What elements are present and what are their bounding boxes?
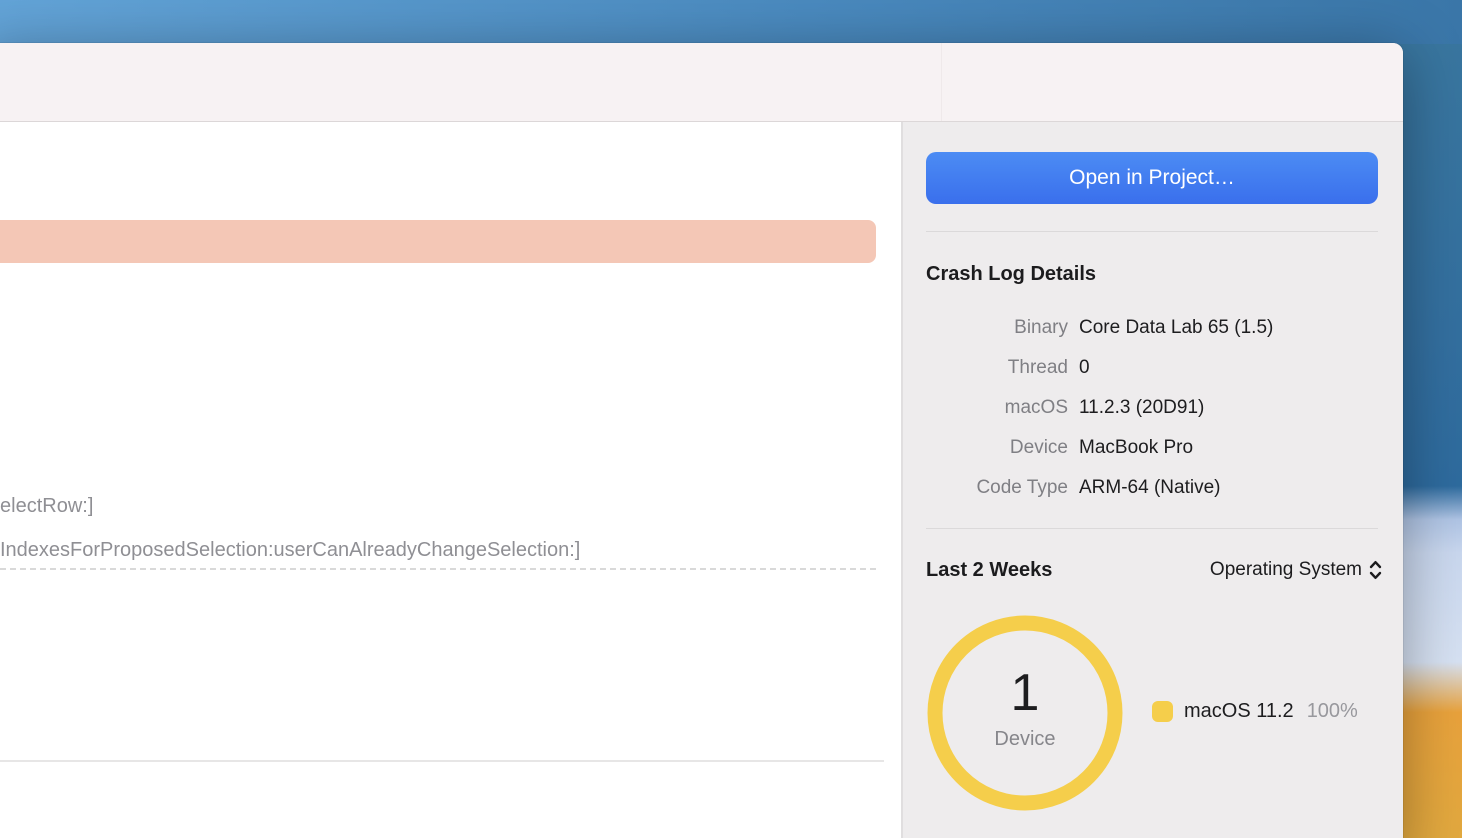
stack-frame-text[interactable]: IndexesForProposedSelection:userCanAlrea… bbox=[0, 539, 580, 562]
detail-value: 11.2.3 (20D91) bbox=[1079, 397, 1205, 418]
group-by-dropdown[interactable]: Operating System bbox=[1210, 558, 1383, 582]
donut-label: Device bbox=[994, 728, 1056, 750]
detail-value: Core Data Lab 65 (1.5) bbox=[1079, 317, 1274, 338]
sidebar-divider bbox=[926, 231, 1378, 232]
stack-section-dashed-divider bbox=[0, 568, 876, 570]
crash-log-details-title: Crash Log Details bbox=[926, 263, 1097, 285]
donut-value: 1 bbox=[1010, 664, 1040, 722]
detail-label: Thread bbox=[1007, 357, 1068, 378]
last-2-weeks-title: Last 2 Weeks bbox=[926, 558, 1053, 581]
detail-label: Device bbox=[1009, 437, 1068, 458]
legend-percent: 100% bbox=[1306, 699, 1358, 722]
device-donut-chart: 1 Device bbox=[925, 613, 1125, 813]
detail-row: Code Type ARM-64 (Native) bbox=[903, 468, 1403, 508]
desktop-wallpaper-top-strip bbox=[0, 0, 1462, 44]
detail-row: Device MacBook Pro bbox=[903, 428, 1403, 468]
crash-log-content-pane: electRow:] IndexesForProposedSelection:u… bbox=[0, 122, 901, 838]
detail-value: ARM-64 (Native) bbox=[1079, 477, 1221, 498]
xcode-organizer-window: electRow:] IndexesForProposedSelection:u… bbox=[0, 43, 1403, 838]
group-by-label: Operating System bbox=[1209, 559, 1362, 580]
titlebar-pane-divider bbox=[941, 43, 942, 121]
chart-legend: macOS 11.2 100% bbox=[1152, 698, 1358, 724]
detail-row: Thread 0 bbox=[903, 348, 1403, 388]
detail-label: Binary bbox=[1014, 317, 1068, 338]
crash-log-details-table: Binary Core Data Lab 65 (1.5) Thread 0 m… bbox=[903, 308, 1403, 508]
detail-row: Binary Core Data Lab 65 (1.5) bbox=[903, 308, 1403, 348]
window-titlebar[interactable] bbox=[0, 43, 1403, 122]
legend-item: macOS 11.2 100% bbox=[1152, 698, 1358, 724]
detail-label: macOS bbox=[1004, 397, 1068, 418]
open-in-project-button[interactable]: Open in Project… bbox=[926, 152, 1378, 204]
crashed-frame-highlight-bar[interactable] bbox=[0, 220, 876, 263]
detail-value: MacBook Pro bbox=[1079, 437, 1194, 458]
sidebar-divider bbox=[926, 528, 1378, 529]
detail-row: macOS 11.2.3 (20D91) bbox=[903, 388, 1403, 428]
inspector-sidebar: Open in Project… Crash Log Details Binar… bbox=[903, 122, 1403, 838]
content-section-divider bbox=[0, 760, 884, 762]
legend-label: macOS 11.2 bbox=[1184, 699, 1294, 722]
stack-frame-text[interactable]: electRow:] bbox=[0, 495, 93, 518]
detail-label: Code Type bbox=[976, 477, 1068, 498]
chevron-up-down-icon bbox=[1369, 561, 1382, 579]
legend-swatch bbox=[1152, 700, 1173, 722]
detail-value: 0 bbox=[1079, 357, 1090, 378]
